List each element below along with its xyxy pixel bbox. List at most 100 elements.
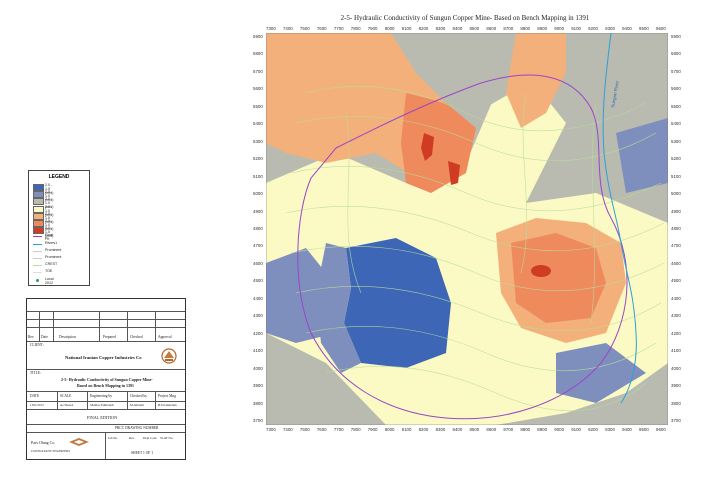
- x-tick-label: 7600: [316, 26, 327, 31]
- y-tick-label: 5600: [671, 86, 681, 92]
- x-tick-label: 9100: [571, 427, 581, 432]
- legend-swatch: [33, 205, 44, 213]
- y-tick-label: 4800: [253, 226, 263, 231]
- y-tick-label: 5400: [671, 121, 681, 127]
- legend-label: CREST: [45, 262, 58, 267]
- legend-label: TOE: [45, 269, 53, 274]
- hydraulic-conductivity-map: Sungun River: [266, 33, 668, 425]
- x-tick-label: 7900: [367, 26, 378, 31]
- x-tick-label: 8100: [401, 427, 412, 432]
- y-tick-label: 4900: [671, 208, 681, 214]
- info-value-cell: B.Tavakkolian: [158, 403, 177, 407]
- legend-label: Rivers1: [45, 240, 58, 245]
- x-tick-label: 9000: [554, 427, 565, 432]
- revision-header-cell: Date: [41, 335, 48, 339]
- revision-header-cell: Checked: [130, 335, 143, 339]
- y-tick-label: 5600: [253, 86, 263, 92]
- x-tick-label: 9500: [639, 26, 649, 31]
- x-tick-label: 9300: [605, 427, 615, 432]
- y-tick-label: 4300: [671, 313, 681, 319]
- edition-label: FINAL EDITION: [87, 415, 118, 420]
- x-tick-label: 7700: [333, 427, 344, 432]
- x-tick-label: 8400: [452, 427, 463, 432]
- y-tick-label: 3700: [253, 418, 263, 423]
- legend-swatch: [33, 227, 44, 235]
- x-tick-label: 7500: [299, 427, 310, 432]
- legend-swatch: [33, 243, 42, 245]
- legend-swatch: [33, 198, 44, 206]
- y-tick-label: 5100: [671, 173, 681, 179]
- x-tick-label: 8000: [384, 26, 395, 31]
- page: 2-5- Hydraulic Conductivity of Sungun Co…: [0, 0, 705, 496]
- y-tick-label: 3900: [671, 383, 681, 389]
- legend-label: Prominent: [45, 247, 62, 252]
- info-value-cell: Shamsa Fakhraieh: [90, 403, 114, 407]
- x-tick-label: 7700: [333, 26, 344, 31]
- y-tick-label: 4700: [671, 243, 681, 249]
- x-tick-label: 8600: [486, 427, 497, 432]
- x-tick-label: 7300: [266, 427, 276, 432]
- legend-swatch: [33, 184, 44, 191]
- y-tick-label: 4500: [671, 278, 681, 284]
- y-tick-label: 4400: [671, 295, 681, 301]
- legend-swatch: [33, 265, 42, 267]
- y-tick-label: 4300: [253, 313, 263, 319]
- y-tick-label: 5700: [671, 68, 681, 74]
- info-header-cell: SCALE: [60, 394, 72, 398]
- legend-label: Local 2012: [45, 276, 54, 285]
- info-header-cell: DATE: [30, 394, 40, 398]
- y-tick-label: 3900: [253, 383, 263, 389]
- info-header-cell: Checked by: [130, 394, 148, 398]
- x-tick-label: 7800: [350, 26, 361, 31]
- y-tick-label: 4100: [253, 348, 263, 354]
- x-tick-label: 9000: [554, 26, 565, 31]
- sheet-label: SHEET 1 OF 1: [131, 451, 153, 455]
- x-tick-label: 8400: [452, 26, 463, 31]
- y-tick-label: 5900: [671, 34, 681, 39]
- drawing-number-header: PRCC DRAWING NUMBER: [115, 426, 159, 430]
- company-logo: [69, 438, 89, 446]
- y-tick-label: 5100: [253, 173, 263, 179]
- zone-red-right: [531, 265, 551, 277]
- x-tick-label: 7400: [282, 26, 293, 31]
- drawing-number-col: SCAT No.: [160, 436, 174, 440]
- title-label: TITLE:: [30, 371, 41, 375]
- x-tick-label: 8500: [469, 427, 480, 432]
- y-tick-label: 4800: [671, 226, 681, 231]
- y-tick-label: 5300: [253, 138, 263, 144]
- y-tick-label: 5800: [671, 51, 681, 57]
- x-tick-label: 8600: [486, 26, 497, 31]
- y-tick-label: 5900: [253, 34, 263, 39]
- x-tick-label: 9200: [588, 26, 598, 31]
- y-tick-label: 4400: [253, 295, 263, 301]
- revision-header-cell: Approval: [158, 335, 172, 339]
- y-tick-label: 5700: [253, 68, 263, 74]
- y-tick-label: 4900: [253, 208, 263, 214]
- x-tick-label: 7500: [299, 26, 310, 31]
- info-header-cell: Engineering by: [90, 394, 113, 398]
- y-tick-label: 4000: [671, 365, 681, 371]
- drawing-number-col: Rev.: [129, 436, 135, 440]
- y-tick-label: 4100: [671, 348, 681, 354]
- x-tick-label: 9300: [605, 26, 615, 31]
- x-tick-label: 8000: [384, 427, 395, 432]
- x-tick-label: 8300: [435, 427, 446, 432]
- company-name: Pars Olang Co.: [31, 440, 56, 445]
- info-header-cell: Project Mng: [158, 394, 176, 398]
- y-tick-label: 4700: [253, 243, 263, 249]
- legend-swatch: [33, 212, 44, 220]
- drawing-number-col: Dept Code: [143, 436, 157, 440]
- revision-header-cell: Description: [59, 335, 76, 339]
- client-logo: [161, 348, 177, 364]
- client-name: National Iranian Copper Industries Co: [65, 355, 142, 360]
- legend-swatch: [33, 191, 44, 199]
- revision-header-cell: Prepared: [103, 335, 116, 339]
- legend-panel: LEGEND 2.0 - 1.5 (m/d) 2.5 - 1.0 (m/d) 2.0…: [28, 170, 90, 286]
- y-tick-label: 3700: [671, 418, 681, 423]
- info-value-cell: As Shown: [60, 403, 74, 407]
- y-tick-label: 3800: [253, 400, 263, 406]
- x-tick-label: 9200: [588, 427, 598, 432]
- legend-swatch: [33, 220, 44, 227]
- legend-title: LEGEND: [48, 174, 70, 180]
- y-tick-label: 4500: [253, 278, 263, 284]
